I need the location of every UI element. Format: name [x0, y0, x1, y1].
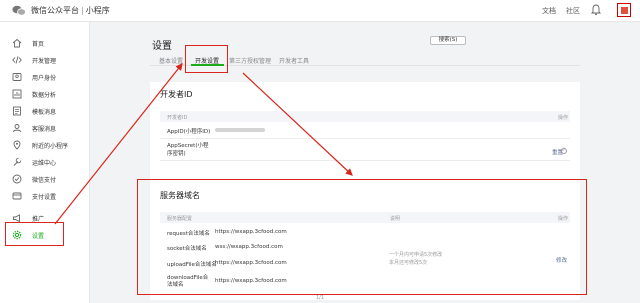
pagination: 1/1 — [316, 295, 325, 301]
upload-domain-label: uploadFile合法域名 — [167, 262, 217, 268]
template-icon — [13, 106, 21, 116]
sidebar-item-pay-settings[interactable]: 支付设置 — [0, 187, 90, 205]
pay-icon — [12, 174, 22, 184]
server-domain-section-title: 服务器域名 — [160, 191, 200, 200]
socket-domain-label: socket合法域名 — [167, 246, 207, 252]
sidebar-item-home[interactable]: 首页 — [0, 34, 90, 52]
sidebar-item-label: 开发管理 — [32, 58, 57, 65]
annotation-box-settings — [5, 222, 64, 246]
chart-icon — [12, 89, 22, 99]
sidebar-item-label: 运维中心 — [32, 160, 57, 167]
sidebar-item-template-message[interactable]: 模板消息 — [0, 102, 90, 120]
sidebar-item-label: 数据分析 — [32, 92, 57, 99]
sidebar-item-customer-service[interactable]: 客服消息 — [0, 119, 90, 137]
sidebar-item-label: 支付设置 — [32, 194, 57, 201]
brand-main: 微信公众平台 — [31, 6, 79, 15]
sidebar-item-label: 模板消息 — [32, 109, 57, 116]
docs-link[interactable]: 文档 — [542, 6, 556, 16]
divider — [160, 160, 570, 161]
sidebar-item-label: 首页 — [32, 41, 45, 48]
wechat-logo-icon — [12, 5, 26, 16]
location-icon — [13, 140, 21, 150]
modify-limit-note: 一个月内可申请5次修改 — [389, 252, 443, 258]
home-icon — [12, 38, 22, 48]
sidebar-item-label: 微信支付 — [32, 177, 57, 184]
code-icon — [12, 56, 22, 64]
socket-domain-value: wss://wxapp.3cfood.com — [215, 244, 283, 250]
request-domain-label: request合法域名 — [167, 231, 210, 237]
divider — [160, 138, 570, 139]
top-bar: 微信公众平台 | 小程序 文档 社区 — [0, 0, 640, 22]
page-title: 设置 — [152, 41, 172, 52]
dev-id-col-action: 操作 — [558, 115, 569, 121]
modify-domain-link[interactable]: 修改 — [556, 256, 567, 264]
brand-title: 微信公众平台 | 小程序 — [31, 5, 110, 16]
sidebar-item-dev-management[interactable]: 开发管理 — [0, 51, 90, 69]
appsecret-label: AppSecret(小程序密钥) — [167, 143, 209, 157]
server-col-action: 操作 — [558, 216, 569, 222]
download-domain-label: downloadFile合法域名 — [167, 275, 209, 288]
community-link[interactable]: 社区 — [566, 6, 580, 16]
bell-icon[interactable] — [591, 4, 601, 16]
pay-settings-icon — [12, 192, 22, 200]
help-icon[interactable]: ? — [561, 148, 567, 154]
sidebar-item-label: 附近的小程序 — [32, 143, 69, 150]
sidebar-item-label: 用户身份 — [32, 75, 57, 82]
avatar-image — [621, 7, 628, 14]
brand-separator: | — [81, 6, 84, 15]
tab-basic-settings[interactable]: 基本设置 — [159, 56, 183, 65]
download-domain-value: https://wxapp.3cfood.com — [215, 278, 287, 284]
sidebar-item-data-analysis[interactable]: 数据分析 — [0, 85, 90, 103]
dev-id-table-header: 开发者ID 操作 — [160, 111, 570, 122]
sidebar-item-wechat-pay[interactable]: 微信支付 — [0, 170, 90, 188]
appid-value-redacted — [215, 128, 265, 132]
dev-id-col-name: 开发者ID — [167, 115, 188, 121]
sidebar: 首页 开发管理 用户身份 数据分析 模板消息 客服消息 附近的小程序 运维中心 … — [0, 22, 90, 303]
server-col-desc: 说明 — [390, 216, 401, 222]
appid-label: AppID(小程序ID) — [167, 129, 211, 135]
sidebar-item-ops-center[interactable]: 运维中心 — [0, 153, 90, 171]
upload-domain-value: https://wxapp.3cfood.com — [215, 260, 287, 266]
sidebar-item-user-identity[interactable]: 用户身份 — [0, 68, 90, 86]
wrench-icon — [13, 157, 22, 166]
avatar[interactable] — [617, 3, 631, 17]
dev-id-section-title: 开发者ID — [160, 90, 193, 99]
server-col-config: 服务器配置 — [167, 216, 193, 222]
annotation-box-dev-tab — [185, 45, 228, 73]
service-icon — [13, 124, 21, 133]
request-domain-value: https://wxapp.3cfood.com — [215, 229, 287, 235]
brand-sub: 小程序 — [85, 6, 110, 15]
tab-third-party-auth[interactable]: 第三方授权管理 — [229, 56, 271, 65]
sidebar-item-label: 客服消息 — [32, 126, 57, 133]
search-button[interactable]: 搜索(S) — [430, 36, 466, 45]
sidebar-item-nearby-miniprogram[interactable]: 附近的小程序 — [0, 136, 90, 154]
modify-remaining-note: 本月还可修改5次 — [389, 260, 428, 266]
server-table-header: 服务器配置 说明 操作 — [160, 212, 570, 223]
tab-dev-tools[interactable]: 开发者工具 — [279, 56, 309, 65]
user-icon — [12, 73, 22, 81]
